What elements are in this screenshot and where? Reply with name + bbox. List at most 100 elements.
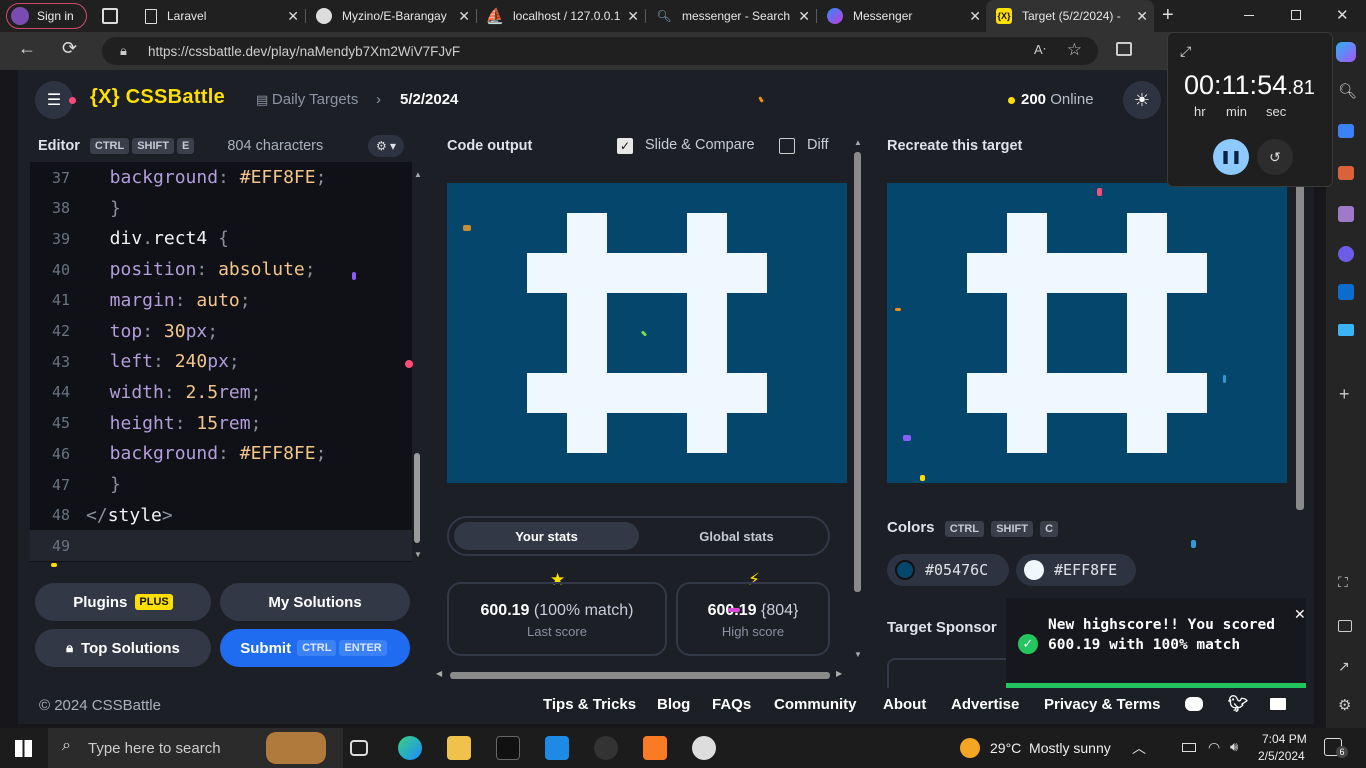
footer-link-advertise[interactable]: Advertise xyxy=(951,696,1019,713)
footer-link-community[interactable]: Community xyxy=(774,696,857,713)
settings-icon[interactable]: ⚙ xyxy=(1338,696,1351,714)
horizontal-scrollbar[interactable]: ◀ ▶ xyxy=(436,669,846,682)
tab-github[interactable]: Myzino/E-Barangay ✕ xyxy=(306,0,476,32)
clock-app-icon[interactable] xyxy=(692,736,716,760)
twitter-icon[interactable]: 🐦︎ xyxy=(1228,694,1248,714)
code-line[interactable]: 44 width: 2.5rem; xyxy=(30,377,412,408)
mail-icon[interactable] xyxy=(1270,698,1286,710)
scroll-down-icon[interactable]: ▼ xyxy=(854,650,862,659)
code-line[interactable]: 41 margin: auto; xyxy=(30,285,412,316)
clock-time[interactable]: 7:04 PM xyxy=(1262,732,1307,746)
footer-link-privacy[interactable]: Privacy & Terms xyxy=(1044,696,1160,713)
sidebar-toggle-icon[interactable] xyxy=(1338,620,1352,632)
tab-phpmyadmin[interactable]: ⛵ localhost / 127.0.0.1 ✕ xyxy=(477,0,645,32)
slide-compare-checkbox[interactable]: ✓ xyxy=(617,138,633,154)
close-tab-icon[interactable]: ✕ xyxy=(798,8,810,25)
back-icon[interactable]: ← xyxy=(18,38,36,59)
m365-icon[interactable] xyxy=(1338,246,1354,262)
split-screen-icon[interactable] xyxy=(1116,42,1132,56)
footer-link-faqs[interactable]: FAQs xyxy=(712,696,751,713)
network-icon[interactable]: ◠ xyxy=(1208,739,1220,756)
my-solutions-button[interactable]: My Solutions xyxy=(220,583,410,621)
minimize-icon[interactable] xyxy=(1244,15,1254,16)
scroll-down-icon[interactable]: ▼ xyxy=(414,550,422,559)
submit-button[interactable]: Submit CTRL ENTER xyxy=(220,629,410,667)
close-tab-icon[interactable]: ✕ xyxy=(458,8,470,25)
screenshot-icon[interactable]: ⛶ xyxy=(1338,574,1348,591)
taskbar-search-input[interactable]: ⌕ Type here to search xyxy=(48,728,343,768)
close-window-icon[interactable]: ✕ xyxy=(1336,6,1349,24)
site-logo[interactable]: {X} CSSBattle xyxy=(90,86,225,109)
edge-icon[interactable] xyxy=(398,736,422,760)
tab-laravel[interactable]: Laravel ✕ xyxy=(135,0,305,32)
reset-button[interactable]: ↺ xyxy=(1257,139,1293,175)
scroll-left-icon[interactable]: ◀ xyxy=(436,669,442,678)
code-line[interactable]: 37 background: #EFF8FE; xyxy=(30,162,412,193)
breadcrumb-daily-targets[interactable]: ▤ Daily Targets xyxy=(256,91,358,108)
search-icon[interactable]: 🔍︎ xyxy=(1338,82,1357,100)
scroll-thumb[interactable] xyxy=(854,152,861,592)
plugins-button[interactable]: Plugins PLUS xyxy=(35,583,211,621)
code-output-canvas[interactable] xyxy=(447,183,847,483)
tab-search[interactable]: 🔍︎ messenger - Search ✕ xyxy=(646,0,816,32)
code-line[interactable]: 45 height: 15rem; xyxy=(30,408,412,439)
file-explorer-icon[interactable] xyxy=(447,736,471,760)
discord-icon[interactable] xyxy=(1185,697,1203,711)
code-line[interactable]: 42 top: 30px; xyxy=(30,316,412,347)
shopping-icon[interactable] xyxy=(1338,124,1354,138)
expand-icon[interactable]: ⤢ xyxy=(1180,43,1191,60)
url-input[interactable]: 🔒︎ https://cssbattle.dev/play/naMendyb7X… xyxy=(102,37,1098,65)
diff-checkbox[interactable] xyxy=(779,138,795,154)
color-chip-1[interactable]: #05476C xyxy=(887,554,1009,586)
code-line[interactable]: 39 div.rect4 { xyxy=(30,223,412,254)
theme-toggle-button[interactable]: ☀ xyxy=(1123,81,1161,119)
tab-messenger[interactable]: Messenger ✕ xyxy=(817,0,987,32)
output-scrollbar[interactable]: ▲ ▼ xyxy=(852,138,864,668)
external-link-icon[interactable]: ↗ xyxy=(1338,658,1350,675)
code-line[interactable]: 43 left: 240px; xyxy=(30,346,412,377)
games-icon[interactable] xyxy=(1338,206,1354,222)
scroll-up-icon[interactable]: ▲ xyxy=(414,170,422,179)
restore-icon[interactable] xyxy=(1291,10,1301,20)
tab-actions-icon[interactable] xyxy=(102,8,118,24)
scroll-right-icon[interactable]: ▶ xyxy=(836,669,842,678)
battery-icon[interactable] xyxy=(1182,743,1196,752)
pause-button[interactable]: ❚❚ xyxy=(1213,139,1249,175)
volume-icon[interactable]: 🔊︎ xyxy=(1230,739,1238,755)
vscode-icon[interactable] xyxy=(545,736,569,760)
editor-scrollbar[interactable]: ▲ ▼ xyxy=(412,170,424,560)
windows-start-icon[interactable] xyxy=(15,740,32,757)
target-scrollbar[interactable] xyxy=(1296,180,1304,510)
close-tab-icon[interactable]: ✕ xyxy=(287,8,299,25)
tray-chevron-icon[interactable]: ︿ xyxy=(1132,738,1146,758)
close-toast-icon[interactable]: ✕ xyxy=(1294,606,1306,623)
task-view-icon[interactable] xyxy=(350,740,368,756)
outlook-icon[interactable] xyxy=(1338,284,1354,300)
chatgpt-icon[interactable] xyxy=(594,736,618,760)
xampp-icon[interactable] xyxy=(643,736,667,760)
new-tab-icon[interactable]: + xyxy=(1162,4,1174,27)
weather-text[interactable]: 29°C Mostly sunny xyxy=(990,740,1111,756)
favorite-star-icon[interactable]: ☆ xyxy=(1067,40,1082,60)
signin-button[interactable]: Sign in xyxy=(6,3,87,29)
code-line[interactable]: 48 </style> xyxy=(30,500,412,531)
tools-icon[interactable] xyxy=(1338,166,1354,180)
code-line[interactable]: 47} xyxy=(30,469,412,500)
terminal-icon[interactable] xyxy=(496,736,520,760)
scroll-up-icon[interactable]: ▲ xyxy=(854,138,862,147)
footer-link-about[interactable]: About xyxy=(883,696,926,713)
top-solutions-button[interactable]: 🔒︎ Top Solutions xyxy=(35,629,211,667)
code-line[interactable]: 40 position: absolute; xyxy=(30,254,412,285)
your-stats-tab[interactable]: Your stats xyxy=(454,522,639,550)
close-tab-icon[interactable]: ✕ xyxy=(627,8,639,25)
scroll-thumb[interactable] xyxy=(414,453,420,543)
code-line[interactable]: 46 background: #EFF8FE; xyxy=(30,438,412,469)
close-tab-icon[interactable]: ✕ xyxy=(1136,8,1148,25)
clock-date[interactable]: 2/5/2024 xyxy=(1258,749,1305,763)
code-editor[interactable]: 37 background: #EFF8FE; 38} 39 div.rect4 {… xyxy=(30,162,412,562)
copilot-icon[interactable] xyxy=(1336,42,1356,62)
close-tab-icon[interactable]: ✕ xyxy=(969,8,981,25)
add-icon[interactable]: + xyxy=(1339,384,1350,405)
read-aloud-icon[interactable]: Aᐧ xyxy=(1034,42,1046,58)
footer-link-blog[interactable]: Blog xyxy=(657,696,690,713)
